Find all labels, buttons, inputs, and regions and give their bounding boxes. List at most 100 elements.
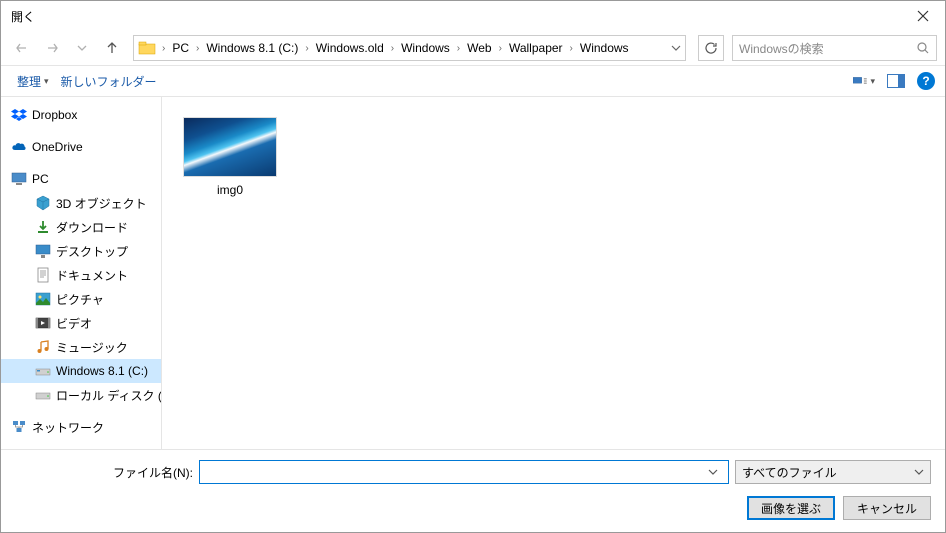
search-placeholder: Windowsの検索: [739, 40, 824, 57]
new-folder-button[interactable]: 新しいフォルダー: [55, 69, 163, 94]
sidebar-item-label: 3D オブジェクト: [56, 195, 147, 212]
sidebar-item-documents[interactable]: ドキュメント: [1, 263, 161, 287]
sidebar-item-label: ミュージック: [56, 339, 128, 356]
footer: ファイル名(N): すべてのファイル 画像を選ぶ キャンセル: [1, 449, 945, 532]
desktop-icon: [35, 243, 51, 259]
breadcrumb-sep[interactable]: ›: [568, 43, 575, 54]
breadcrumb-item[interactable]: Windows.old: [311, 39, 389, 57]
sidebar-item-desktop[interactable]: デスクトップ: [1, 239, 161, 263]
sidebar-item-label: PC: [32, 172, 49, 186]
file-name: img0: [217, 183, 243, 197]
sidebar-item-label: ローカル ディスク (D:): [56, 387, 161, 404]
pc-icon: [11, 171, 27, 187]
sidebar[interactable]: Dropbox OneDrive PC 3D オブジェクト ダウンロード: [1, 97, 162, 449]
file-item[interactable]: img0: [178, 113, 282, 201]
breadcrumb-sep[interactable]: ›: [497, 43, 504, 54]
back-button[interactable]: [9, 35, 35, 61]
sidebar-item-label: ピクチャ: [56, 291, 104, 308]
breadcrumb-sep[interactable]: ›: [160, 43, 167, 54]
sidebar-item-label: Dropbox: [32, 108, 77, 122]
close-icon: [917, 10, 929, 22]
filename-input[interactable]: [199, 460, 729, 484]
refresh-button[interactable]: [698, 35, 724, 61]
music-icon: [35, 339, 51, 355]
open-button[interactable]: 画像を選ぶ: [747, 496, 835, 520]
toolbar: 整理 ▾ 新しいフォルダー ▾ ?: [1, 65, 945, 97]
sidebar-item-label: Windows 8.1 (C:): [56, 364, 148, 378]
breadcrumb-item[interactable]: Windows: [575, 39, 634, 57]
filename-dropdown[interactable]: [708, 467, 726, 477]
filename-label: ファイル名(N):: [15, 464, 193, 481]
chevron-down-icon: ▾: [44, 76, 49, 87]
open-file-dialog: 開く › PC › Windows 8.1 (C:) › Windows.old…: [0, 0, 946, 533]
help-icon: ?: [922, 74, 929, 88]
help-button[interactable]: ?: [917, 72, 935, 90]
chevron-down-icon: [671, 43, 681, 53]
sidebar-item-pictures[interactable]: ピクチャ: [1, 287, 161, 311]
close-button[interactable]: [900, 2, 945, 30]
sidebar-item-label: OneDrive: [32, 140, 83, 154]
organize-button[interactable]: 整理 ▾: [11, 69, 55, 94]
up-button[interactable]: [99, 35, 125, 61]
sidebar-item-pc[interactable]: PC: [1, 167, 161, 191]
sidebar-item-label: デスクトップ: [56, 243, 128, 260]
preview-pane-button[interactable]: [885, 70, 907, 92]
navigation-row: › PC › Windows 8.1 (C:) › Windows.old › …: [1, 31, 945, 65]
cancel-button[interactable]: キャンセル: [843, 496, 931, 520]
sidebar-item-downloads[interactable]: ダウンロード: [1, 215, 161, 239]
breadcrumb-dropdown[interactable]: [671, 43, 681, 53]
file-pane[interactable]: img0: [162, 97, 945, 449]
arrow-left-icon: [14, 40, 30, 56]
breadcrumb-item[interactable]: Wallpaper: [504, 39, 568, 57]
arrow-up-icon: [104, 40, 120, 56]
breadcrumb-sep[interactable]: ›: [194, 43, 201, 54]
sidebar-item-label: ダウンロード: [56, 219, 128, 236]
filter-dropdown[interactable]: すべてのファイル: [735, 460, 931, 484]
breadcrumb[interactable]: › PC › Windows 8.1 (C:) › Windows.old › …: [133, 35, 686, 61]
picture-icon: [35, 291, 51, 307]
body: Dropbox OneDrive PC 3D オブジェクト ダウンロード: [1, 97, 945, 449]
sidebar-item-network[interactable]: ネットワーク: [1, 415, 161, 439]
preview-pane-icon: [887, 74, 905, 88]
recent-button[interactable]: [69, 35, 95, 61]
search-input[interactable]: Windowsの検索: [732, 35, 937, 61]
drive-icon: [35, 363, 51, 379]
view-icon: [853, 74, 867, 88]
sidebar-item-dropbox[interactable]: Dropbox: [1, 103, 161, 127]
sidebar-item-drive-c[interactable]: Windows 8.1 (C:): [1, 359, 161, 383]
arrow-right-icon: [44, 40, 60, 56]
breadcrumb-item[interactable]: Windows 8.1 (C:): [201, 39, 303, 57]
breadcrumb-sep[interactable]: ›: [389, 43, 396, 54]
breadcrumb-sep[interactable]: ›: [303, 43, 310, 54]
sidebar-item-music[interactable]: ミュージック: [1, 335, 161, 359]
window-title: 開く: [11, 8, 35, 25]
breadcrumb-sep[interactable]: ›: [455, 43, 462, 54]
breadcrumb-item[interactable]: Web: [462, 39, 496, 57]
chevron-down-icon: [77, 43, 87, 53]
video-icon: [35, 315, 51, 331]
sidebar-item-label: ネットワーク: [32, 419, 104, 436]
breadcrumb-item[interactable]: PC: [167, 39, 194, 57]
sidebar-item-label: ドキュメント: [56, 267, 128, 284]
sidebar-item-videos[interactable]: ビデオ: [1, 311, 161, 335]
onedrive-icon: [11, 139, 27, 155]
view-button[interactable]: ▾: [853, 70, 875, 92]
breadcrumb-item[interactable]: Windows: [396, 39, 455, 57]
folder-icon: [138, 39, 156, 57]
drive-icon: [35, 387, 51, 403]
sidebar-item-drive-d[interactable]: ローカル ディスク (D:): [1, 383, 161, 407]
forward-button[interactable]: [39, 35, 65, 61]
sidebar-item-onedrive[interactable]: OneDrive: [1, 135, 161, 159]
3d-icon: [35, 195, 51, 211]
sidebar-item-label: ビデオ: [56, 315, 92, 332]
chevron-down-icon: [708, 467, 718, 477]
sidebar-item-3d[interactable]: 3D オブジェクト: [1, 191, 161, 215]
filename-field[interactable]: [202, 462, 708, 482]
file-thumbnail: [183, 117, 277, 177]
dropbox-icon: [11, 107, 27, 123]
search-icon: [916, 41, 930, 55]
chevron-down-icon: [914, 467, 924, 477]
chevron-down-icon: ▾: [870, 76, 875, 87]
document-icon: [35, 267, 51, 283]
download-icon: [35, 219, 51, 235]
